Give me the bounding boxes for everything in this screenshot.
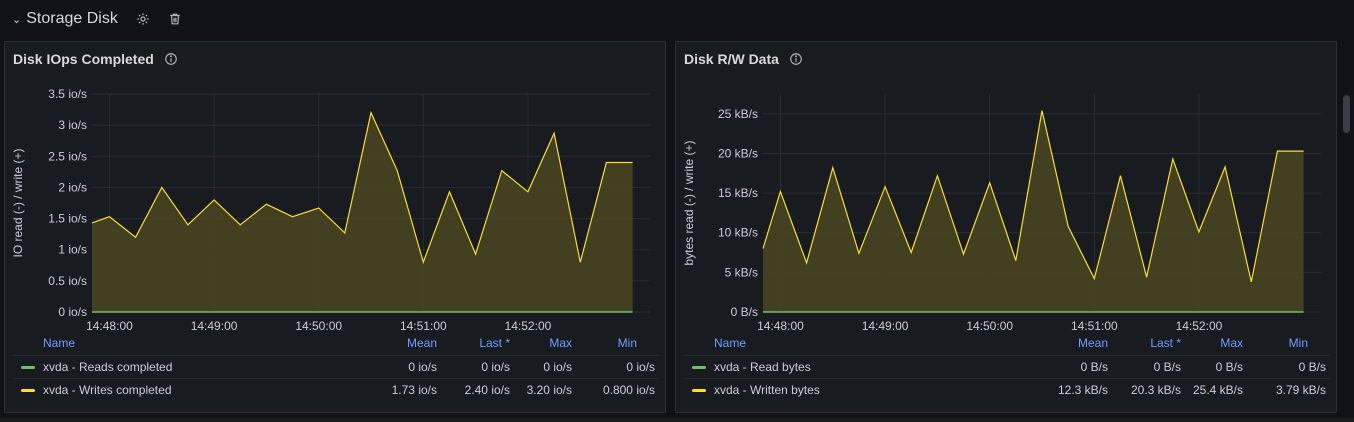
legend-col-min[interactable]: Min <box>618 336 637 350</box>
legend-min: 3.79 kB/s <box>1275 383 1326 397</box>
legend-last: 20.3 kB/s <box>1130 383 1181 397</box>
legend-mean: 1.73 io/s <box>391 383 437 397</box>
y-tick-label: 3.5 io/s <box>48 87 87 101</box>
y-tick-label: 0 B/s <box>731 305 758 319</box>
x-tick-label: 14:49:00 <box>191 319 238 333</box>
legend-col-min[interactable]: Min <box>1289 336 1308 350</box>
chart-disk-iops[interactable]: 0 io/s 0.5 io/s 1 io/s 1.5 io/s 2 io/s 2.5 io… <box>5 42 667 334</box>
legend-min: 0.800 io/s <box>602 383 655 397</box>
series-area-writes <box>92 112 633 312</box>
x-tick-label: 14:52:00 <box>505 319 552 333</box>
legend-mean: 12.3 kB/s <box>1057 383 1108 397</box>
chart-disk-rw[interactable]: 0 B/s 5 kB/s 10 kB/s 15 kB/s 20 kB/s 25 kB/s 1… <box>676 42 1338 334</box>
legend-series-name[interactable]: xvda - Writes completed <box>43 383 172 397</box>
legend-mean: 0 B/s <box>1080 360 1108 374</box>
y-axis-label: IO read (-) / write (+) <box>11 148 25 257</box>
legend-max: 0 io/s <box>543 360 572 374</box>
legend-series-name[interactable]: xvda - Read bytes <box>714 360 811 374</box>
legend-col-name[interactable]: Name <box>714 336 746 350</box>
panel-disk-rw: Disk R/W Data 0 B/s 5 kB/s 10 kB/s 15 kB/s 2… <box>675 41 1337 413</box>
y-tick-label: 0.5 io/s <box>48 274 87 288</box>
legend-col-name[interactable]: Name <box>43 336 75 350</box>
y-tick-label: 20 kB/s <box>718 146 758 160</box>
scrollbar[interactable] <box>1343 95 1350 133</box>
series-swatch <box>21 389 35 392</box>
legend-max: 0 B/s <box>1215 360 1243 374</box>
legend-header: Name Mean Last * Max Min <box>5 336 667 352</box>
legend-max: 3.20 io/s <box>526 383 572 397</box>
legend-header: Name Mean Last * Max Min <box>676 336 1338 352</box>
legend-last: 0 io/s <box>481 360 510 374</box>
legend-row-read-bytes[interactable]: xvda - Read bytes 0 B/s 0 B/s 0 B/s 0 B/… <box>684 355 1330 378</box>
y-tick-label: 3 io/s <box>58 118 87 132</box>
legend-col-last[interactable]: Last * <box>1150 336 1181 350</box>
legend-col-last[interactable]: Last * <box>479 336 510 350</box>
legend-min: 0 io/s <box>626 360 655 374</box>
series-area-writes <box>763 110 1304 312</box>
y-tick-label: 5 kB/s <box>725 265 758 279</box>
chevron-down-icon: ⌄ <box>12 13 22 26</box>
x-tick-label: 14:50:00 <box>966 319 1013 333</box>
y-tick-label: 1 io/s <box>58 243 87 257</box>
legend-col-max[interactable]: Max <box>1220 336 1243 350</box>
legend-col-max[interactable]: Max <box>549 336 572 350</box>
panel-disk-iops: Disk IOps Completed 0 io/s 0.5 io/s 1 io/s… <box>4 41 666 413</box>
y-tick-label: 1.5 io/s <box>48 212 87 226</box>
x-tick-label: 14:51:00 <box>400 319 447 333</box>
y-tick-label: 0 io/s <box>58 305 87 319</box>
x-tick-label: 14:52:00 <box>1176 319 1223 333</box>
y-tick-label: 15 kB/s <box>718 186 758 200</box>
legend-col-mean[interactable]: Mean <box>407 336 437 350</box>
x-tick-label: 14:51:00 <box>1071 319 1118 333</box>
y-tick-label: 2.5 io/s <box>48 149 87 163</box>
row-toggle[interactable]: ⌄ Storage Disk <box>12 10 118 28</box>
legend-min: 0 B/s <box>1298 360 1326 374</box>
x-tick-label: 14:49:00 <box>862 319 909 333</box>
x-tick-label: 14:48:00 <box>86 319 133 333</box>
legend-last: 0 B/s <box>1153 360 1181 374</box>
series-swatch <box>692 366 706 369</box>
legend-row-writes[interactable]: xvda - Writes completed 1.73 io/s 2.40 i… <box>13 378 659 401</box>
y-tick-label: 2 io/s <box>58 180 87 194</box>
series-swatch <box>21 366 35 369</box>
series-swatch <box>692 389 706 392</box>
gear-icon[interactable] <box>136 12 150 26</box>
legend-row-written-bytes[interactable]: xvda - Written bytes 12.3 kB/s 20.3 kB/s… <box>684 378 1330 401</box>
trash-icon[interactable] <box>168 12 182 26</box>
y-tick-label: 10 kB/s <box>718 226 758 240</box>
legend-max: 25.4 kB/s <box>1192 383 1243 397</box>
row-header: ⌄ Storage Disk <box>0 0 1354 38</box>
x-tick-label: 14:50:00 <box>295 319 342 333</box>
legend-mean: 0 io/s <box>408 360 437 374</box>
y-tick-label: 25 kB/s <box>718 107 758 121</box>
legend-last: 2.40 io/s <box>464 383 510 397</box>
x-tick-label: 14:48:00 <box>757 319 804 333</box>
y-axis-label: bytes read (-) / write (+) <box>682 140 696 265</box>
legend-col-mean[interactable]: Mean <box>1078 336 1108 350</box>
legend-series-name[interactable]: xvda - Written bytes <box>714 383 820 397</box>
row-title: Storage Disk <box>26 10 118 27</box>
legend-row-reads[interactable]: xvda - Reads completed 0 io/s 0 io/s 0 i… <box>13 355 659 378</box>
next-row-edge <box>0 418 1354 422</box>
legend-series-name[interactable]: xvda - Reads completed <box>43 360 172 374</box>
